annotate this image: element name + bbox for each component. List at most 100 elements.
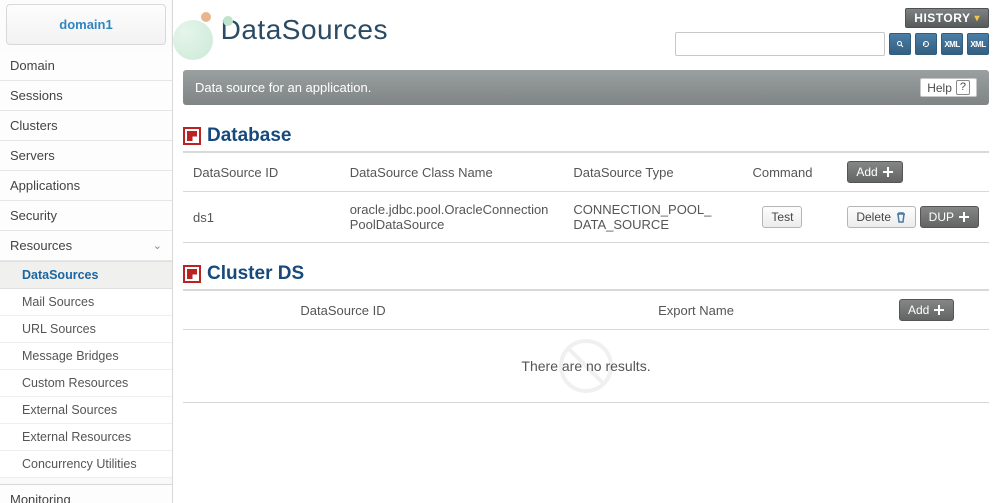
sidebar-item-clusters[interactable]: Clusters [0, 111, 172, 141]
btn-label: Delete [856, 210, 891, 224]
topbar: DataSources HISTORY ▾ XML [173, 0, 1003, 66]
sidebar-item-label: Monitoring [10, 492, 71, 503]
sidebar-item-label: DataSources [22, 268, 98, 282]
sidebar-sub-external-resources[interactable]: External Resources [0, 424, 172, 451]
sidebar-divider [0, 478, 172, 485]
plus-icon [933, 304, 945, 316]
col-actions: Add [889, 291, 989, 330]
cell-text: ds1 [193, 210, 214, 225]
sidebar-item-monitoring[interactable]: Monitoring [0, 485, 172, 503]
sidebar-item-security[interactable]: Security [0, 201, 172, 231]
sidebar-item-label: External Resources [22, 430, 131, 444]
sidebar-item-label: URL Sources [22, 322, 96, 336]
col-id: DataSource ID [183, 153, 340, 192]
table-header-row: DataSource ID DataSource Class Name Data… [183, 153, 989, 192]
col-id: DataSource ID [183, 291, 503, 330]
search-input[interactable] [675, 32, 885, 56]
help-label: Help [927, 81, 952, 95]
title-wrap: DataSources [183, 6, 388, 66]
sidebar-item-label: Clusters [10, 118, 58, 133]
sidebar-sub-mail-sources[interactable]: Mail Sources [0, 289, 172, 316]
table-header-row: DataSource ID Export Name Add [183, 291, 989, 330]
history-button[interactable]: HISTORY ▾ [905, 8, 989, 28]
sidebar-item-label: Concurrency Utilities [22, 457, 137, 471]
table-row: ds1 oracle.jdbc.pool.OracleConnectionPoo… [183, 192, 989, 243]
help-button[interactable]: Help ? [920, 78, 977, 97]
section-heading-cluster: Cluster DS [183, 263, 989, 291]
sidebar-sub-url-sources[interactable]: URL Sources [0, 316, 172, 343]
test-button[interactable]: Test [762, 206, 802, 228]
domain-header[interactable]: domain1 [6, 4, 166, 45]
sidebar-item-label: Message Bridges [22, 349, 119, 363]
col-command: Command [728, 153, 838, 192]
cell-class: oracle.jdbc.pool.OracleConnectionPoolDat… [340, 192, 564, 243]
chevron-down-icon: ⌄ [153, 239, 162, 252]
search-button[interactable] [889, 33, 911, 55]
sidebar-item-sessions[interactable]: Sessions [0, 81, 172, 111]
sidebar-item-applications[interactable]: Applications [0, 171, 172, 201]
plus-icon [958, 211, 970, 223]
search-row: XML XML [675, 32, 989, 56]
sidebar-subgroup-resources: DataSources Mail Sources URL Sources Mes… [0, 261, 172, 478]
delete-icon [895, 211, 907, 223]
description-text: Data source for an application. [195, 80, 371, 95]
sidebar-item-label: Applications [10, 178, 80, 193]
sidebar-item-resources[interactable]: Resources ⌄ [0, 231, 172, 261]
section-cluster-ds: Cluster DS DataSource ID Export Name Add [183, 263, 989, 403]
cell-type: CONNECTION_POOL_DATA_SOURCE [563, 192, 727, 243]
section-database: Database DataSource ID DataSource Class … [183, 125, 989, 243]
duplicate-button[interactable]: DUP [920, 206, 979, 228]
xml-export-button[interactable]: XML [967, 33, 989, 55]
add-cluster-button[interactable]: Add [899, 299, 954, 321]
sidebar-item-label: External Sources [22, 403, 117, 417]
sidebar-item-label: Security [10, 208, 57, 223]
xml-import-icon: XML [944, 40, 959, 49]
sidebar-sub-custom-resources[interactable]: Custom Resources [0, 370, 172, 397]
section-title: Cluster DS [207, 263, 304, 285]
cell-command: Test [728, 192, 838, 243]
cell-actions: Delete DUP [837, 192, 989, 243]
sidebar-item-label: Servers [10, 148, 55, 163]
domain-label: domain1 [59, 17, 112, 32]
xml-import-button[interactable]: XML [941, 33, 963, 55]
sidebar-item-label: Mail Sources [22, 295, 94, 309]
cell-id[interactable]: ds1 [183, 192, 340, 243]
empty-text: There are no results. [521, 358, 650, 374]
section-title: Database [207, 125, 292, 147]
sidebar: domain1 Domain Sessions Clusters Servers… [0, 0, 173, 503]
page-title: DataSources [221, 14, 388, 45]
refresh-icon [922, 40, 930, 48]
description-band: Data source for an application. Help ? [183, 70, 989, 105]
col-type: DataSource Type [563, 153, 727, 192]
col-export: Export Name [503, 291, 889, 330]
sidebar-item-label: Resources [10, 238, 72, 253]
sidebar-sub-concurrency-utilities[interactable]: Concurrency Utilities [0, 451, 172, 478]
delete-button[interactable]: Delete [847, 206, 916, 228]
sidebar-item-servers[interactable]: Servers [0, 141, 172, 171]
sidebar-item-label: Sessions [10, 88, 63, 103]
empty-state: There are no results. [183, 330, 989, 403]
history-label: HISTORY [914, 11, 970, 25]
add-database-button[interactable]: Add [847, 161, 902, 183]
sidebar-sub-external-sources[interactable]: External Sources [0, 397, 172, 424]
section-icon [183, 265, 201, 283]
col-class: DataSource Class Name [340, 153, 564, 192]
btn-label: Test [771, 210, 793, 224]
cluster-table: DataSource ID Export Name Add [183, 291, 989, 330]
cell-text: oracle.jdbc.pool.OracleConnectionPoolDat… [350, 202, 549, 232]
add-label: Add [908, 303, 929, 317]
col-actions: Add [837, 153, 989, 192]
sidebar-item-label: Custom Resources [22, 376, 128, 390]
xml-export-icon: XML [970, 40, 985, 49]
sidebar-item-label: Domain [10, 58, 55, 73]
main-content: DataSources HISTORY ▾ XML [173, 0, 1003, 503]
sidebar-item-domain[interactable]: Domain [0, 51, 172, 81]
btn-label: DUP [929, 210, 954, 224]
sidebar-sub-datasources[interactable]: DataSources [0, 261, 172, 289]
section-heading-database: Database [183, 125, 989, 153]
help-icon: ? [956, 80, 970, 95]
section-icon [183, 127, 201, 145]
database-table: DataSource ID DataSource Class Name Data… [183, 153, 989, 243]
refresh-button[interactable] [915, 33, 937, 55]
sidebar-sub-message-bridges[interactable]: Message Bridges [0, 343, 172, 370]
